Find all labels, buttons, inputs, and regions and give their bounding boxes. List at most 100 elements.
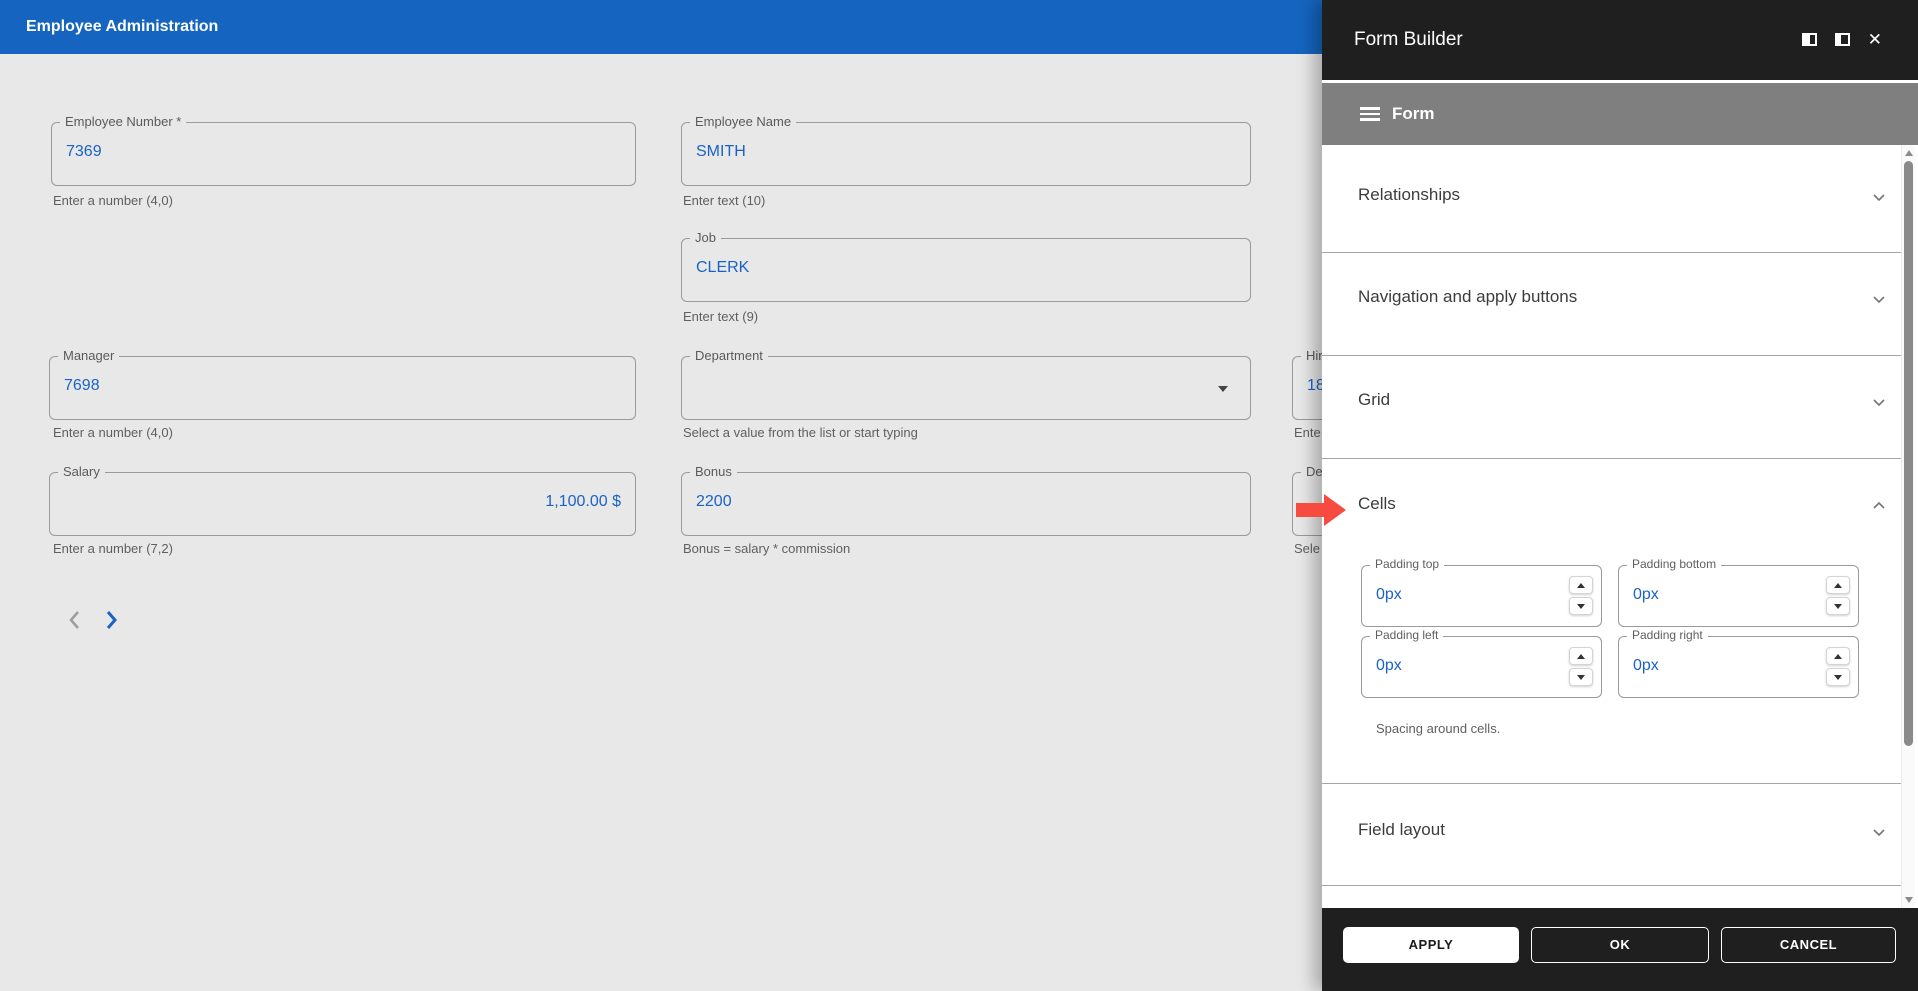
scroll-down-icon[interactable] <box>1905 897 1913 903</box>
padding-left-stepper <box>1569 647 1593 689</box>
salary-field[interactable]: Salary 1,100.00 $ <box>49 464 636 536</box>
section-relationships-label: Relationships <box>1358 185 1461 204</box>
arrow-down-icon <box>1834 603 1842 609</box>
employee-name-field[interactable]: Employee Name SMITH <box>681 114 1251 186</box>
chevron-down-icon <box>1870 188 1888 211</box>
department-field[interactable]: Department <box>681 348 1251 420</box>
padding-top-value: 0px <box>1376 586 1402 603</box>
bonus-helper: Bonus = salary * commission <box>683 541 851 556</box>
hire-date-helper: Ente <box>1294 425 1321 440</box>
padding-left-field[interactable]: Padding left 0px <box>1361 628 1602 698</box>
section-divider <box>1322 458 1902 459</box>
ok-button[interactable]: OK <box>1531 927 1709 963</box>
section-grid-label: Grid <box>1358 390 1391 409</box>
section-navigation-label: Navigation and apply buttons <box>1358 287 1578 306</box>
padding-bottom-label: Padding bottom <box>1627 557 1722 571</box>
form-builder-panel: Form Builder ✕ Form Relationships Naviga… <box>1322 0 1918 991</box>
padding-bottom-stepper <box>1826 576 1850 618</box>
padding-left-label: Padding left <box>1370 628 1444 642</box>
cells-helper-text: Spacing around cells. <box>1376 721 1501 736</box>
employee-number-label: Employee Number * <box>60 114 187 129</box>
page-title: Employee Administration <box>26 18 219 35</box>
job-helper: Enter text (9) <box>683 309 759 324</box>
arrow-down-icon <box>1577 674 1585 680</box>
decrement-button[interactable] <box>1826 668 1850 686</box>
manager-field[interactable]: Manager 7698 <box>49 348 636 420</box>
screen: Employee Administration Employee Number … <box>0 0 1918 991</box>
menu-icon <box>1360 107 1380 121</box>
salary-helper: Enter a number (7,2) <box>53 541 173 556</box>
arrow-down-icon <box>1834 674 1842 680</box>
arrow-up-icon <box>1834 653 1842 659</box>
department-label: Department <box>690 348 768 363</box>
chevron-down-icon <box>1870 393 1888 416</box>
manager-label: Manager <box>58 348 120 363</box>
employee-name-label: Employee Name <box>690 114 797 129</box>
decrement-button[interactable] <box>1826 597 1850 615</box>
arrow-up-icon <box>1834 582 1842 588</box>
section-field-layout[interactable]: Field layout <box>1322 820 1902 868</box>
section-cells[interactable]: Cells <box>1322 494 1902 542</box>
form-menu-label: Form <box>1392 104 1435 123</box>
section-divider <box>1322 885 1902 886</box>
padding-top-field[interactable]: Padding top 0px <box>1361 557 1602 627</box>
form-menu-bar[interactable]: Form <box>1322 83 1918 145</box>
decrement-button[interactable] <box>1569 597 1593 615</box>
job-field[interactable]: Job CLERK <box>681 230 1251 302</box>
dock-left-icon[interactable] <box>1801 33 1817 46</box>
arrow-up-icon <box>1577 582 1585 588</box>
employee-name-value: SMITH <box>696 143 746 160</box>
padding-right-field[interactable]: Padding right 0px <box>1618 628 1859 698</box>
padding-top-label: Padding top <box>1370 557 1445 571</box>
pointer-arrow-head <box>1324 494 1346 526</box>
dock-right-icon[interactable] <box>1834 33 1850 46</box>
dropdown-caret-icon[interactable] <box>1218 386 1228 392</box>
scroll-up-icon[interactable] <box>1905 150 1913 156</box>
next-record-button[interactable] <box>96 605 126 635</box>
decrement-button[interactable] <box>1569 668 1593 686</box>
manager-value: 7698 <box>64 377 100 394</box>
section-field-layout-label: Field layout <box>1358 820 1445 839</box>
previous-record-button[interactable] <box>60 605 90 635</box>
section-divider <box>1322 783 1902 784</box>
section-navigation[interactable]: Navigation and apply buttons <box>1322 287 1902 335</box>
arrow-down-icon <box>1577 603 1585 609</box>
section-grid[interactable]: Grid <box>1322 390 1902 438</box>
employee-number-helper: Enter a number (4,0) <box>53 193 173 208</box>
panel-scrollbar[interactable] <box>1901 145 1915 908</box>
increment-button[interactable] <box>1569 576 1593 594</box>
padding-left-value: 0px <box>1376 657 1402 674</box>
chevron-right-icon <box>106 611 117 629</box>
padding-bottom-field[interactable]: Padding bottom 0px <box>1618 557 1859 627</box>
padding-top-stepper <box>1569 576 1593 618</box>
form-builder-header: Form Builder ✕ <box>1322 0 1918 80</box>
arrow-up-icon <box>1577 653 1585 659</box>
form-builder-title: Form Builder <box>1354 29 1463 50</box>
form-builder-footer: APPLY OK CANCEL <box>1322 908 1918 991</box>
job-label: Job <box>690 230 721 245</box>
increment-button[interactable] <box>1826 647 1850 665</box>
chevron-down-icon <box>1870 290 1888 313</box>
close-icon[interactable]: ✕ <box>1868 31 1882 48</box>
section-relationships[interactable]: Relationships <box>1322 185 1902 233</box>
cancel-button[interactable]: CANCEL <box>1721 927 1896 963</box>
padding-right-value: 0px <box>1633 657 1659 674</box>
scrollbar-thumb[interactable] <box>1904 161 1913 746</box>
employee-name-helper: Enter text (10) <box>683 193 766 208</box>
chevron-left-icon <box>69 611 79 629</box>
padding-bottom-value: 0px <box>1633 586 1659 603</box>
department2-helper: Sele <box>1294 541 1321 556</box>
chevron-up-icon <box>1870 497 1888 520</box>
manager-helper: Enter a number (4,0) <box>53 425 173 440</box>
job-value: CLERK <box>696 259 750 276</box>
increment-button[interactable] <box>1569 647 1593 665</box>
chevron-down-icon <box>1870 823 1888 846</box>
apply-button[interactable]: APPLY <box>1343 927 1519 963</box>
employee-number-value: 7369 <box>66 143 102 160</box>
employee-number-field[interactable]: Employee Number * 7369 <box>51 114 636 186</box>
salary-label: Salary <box>58 464 105 479</box>
increment-button[interactable] <box>1826 576 1850 594</box>
pointer-arrow-tail <box>1296 503 1325 517</box>
bonus-field[interactable]: Bonus 2200 <box>681 464 1251 536</box>
section-divider <box>1322 252 1902 253</box>
